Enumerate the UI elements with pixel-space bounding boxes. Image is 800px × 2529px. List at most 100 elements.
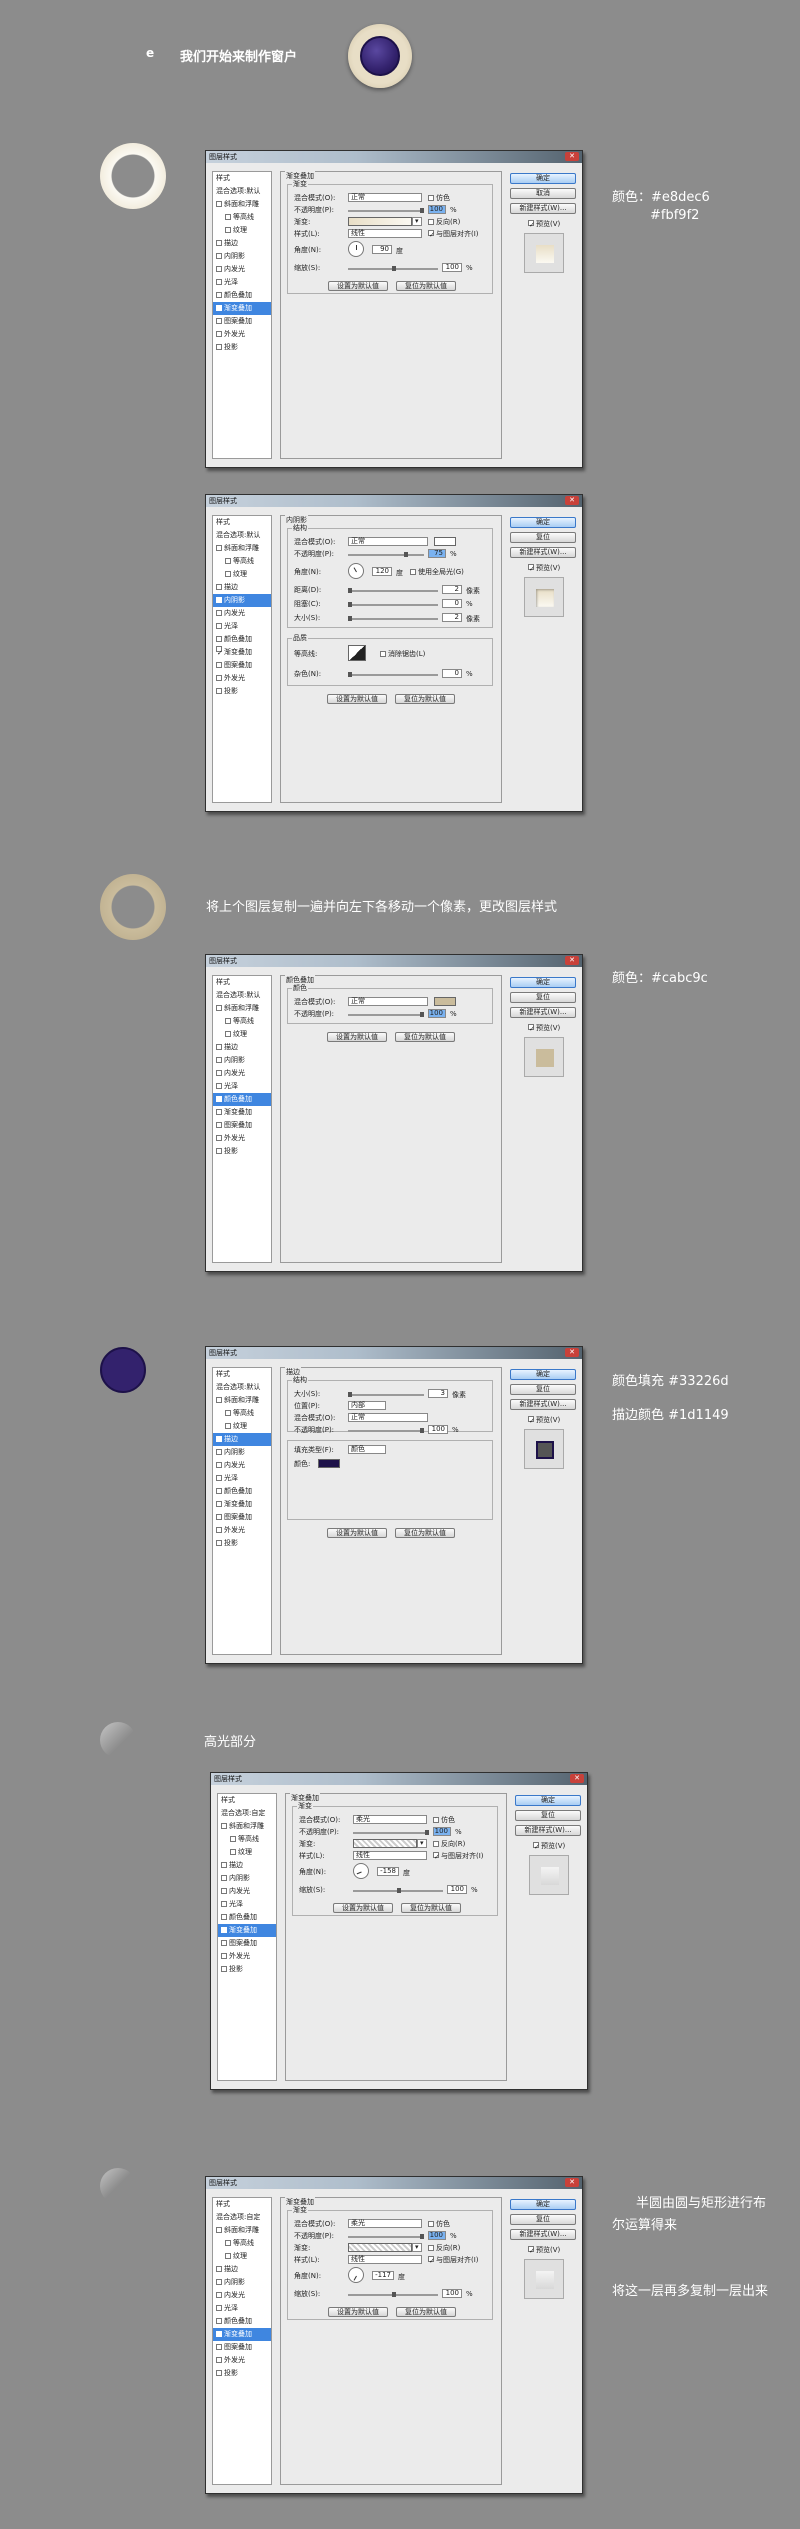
style-pattern-overlay[interactable]: 图案叠加 bbox=[213, 659, 271, 672]
style-outer-glow[interactable]: 外发光 bbox=[213, 328, 271, 341]
blend-mode-select[interactable]: 正常 bbox=[348, 537, 428, 546]
style-bevel[interactable]: 斜面和浮雕 bbox=[213, 542, 271, 555]
style-inner-shadow[interactable]: 内阴影 bbox=[213, 1054, 271, 1067]
new-style-button[interactable]: 新建样式(W)... bbox=[515, 1825, 581, 1836]
ok-button[interactable]: 确定 bbox=[510, 977, 576, 988]
blend-mode-select[interactable]: 正常 bbox=[348, 193, 422, 202]
gradient-dropdown[interactable]: ▾ bbox=[412, 2243, 422, 2252]
blend-mode-select[interactable]: 正常 bbox=[348, 1413, 428, 1422]
style-stroke[interactable]: 描边 bbox=[213, 2263, 271, 2276]
distance-slider[interactable] bbox=[348, 588, 438, 593]
blend-mode-select[interactable]: 正常 bbox=[348, 997, 428, 1006]
angle-dial[interactable] bbox=[348, 241, 364, 257]
style-satin[interactable]: 光泽 bbox=[213, 1472, 271, 1485]
style-bevel[interactable]: 斜面和浮雕 bbox=[213, 198, 271, 211]
style-texture[interactable]: 纹理 bbox=[213, 2250, 271, 2263]
opacity-slider[interactable] bbox=[348, 2234, 424, 2239]
close-icon[interactable]: ✕ bbox=[565, 1348, 579, 1357]
reverse-checkbox[interactable]: 反向(R) bbox=[428, 217, 460, 227]
reset-default-button[interactable]: 复位为默认值 bbox=[401, 1903, 461, 1913]
distance-input[interactable]: 2 bbox=[442, 585, 462, 594]
opacity-input[interactable]: 100 bbox=[428, 205, 446, 214]
set-default-button[interactable]: 设置为默认值 bbox=[327, 1528, 387, 1538]
close-icon[interactable]: ✕ bbox=[565, 2178, 579, 2187]
stroke-color-swatch[interactable] bbox=[318, 1459, 340, 1468]
opacity-input[interactable]: 100 bbox=[428, 1425, 448, 1434]
align-checkbox[interactable]: ✓与图层对齐(I) bbox=[433, 1851, 484, 1861]
ok-button[interactable]: 确定 bbox=[515, 1795, 581, 1806]
style-pattern-overlay[interactable]: 图案叠加 bbox=[213, 315, 271, 328]
style-bevel[interactable]: 斜面和浮雕 bbox=[218, 1820, 276, 1833]
style-drop-shadow[interactable]: 投影 bbox=[213, 1537, 271, 1550]
angle-input[interactable]: -158 bbox=[377, 1867, 399, 1876]
style-satin[interactable]: 光泽 bbox=[213, 276, 271, 289]
preview-checkbox[interactable]: ✓预览(V) bbox=[533, 1841, 565, 1851]
preview-checkbox[interactable]: ✓预览(V) bbox=[528, 1023, 560, 1033]
blend-mode-select[interactable]: 柔光 bbox=[353, 1815, 427, 1824]
checkbox[interactable] bbox=[216, 266, 222, 272]
dialog-titlebar[interactable]: 图层样式 ✕ bbox=[206, 1347, 582, 1359]
style-inner-shadow[interactable]: 内阴影 bbox=[218, 1872, 276, 1885]
angle-dial[interactable] bbox=[353, 1863, 369, 1879]
dither-checkbox[interactable]: 仿色 bbox=[428, 193, 450, 203]
style-drop-shadow[interactable]: 投影 bbox=[213, 341, 271, 354]
blend-options[interactable]: 混合选项:默认 bbox=[213, 529, 271, 542]
scale-input[interactable]: 100 bbox=[442, 2289, 462, 2298]
style-gradient-overlay[interactable]: ✓渐变叠加 bbox=[213, 646, 271, 659]
style-texture[interactable]: 纹理 bbox=[218, 1846, 276, 1859]
checkbox[interactable] bbox=[216, 305, 222, 311]
style-color-overlay[interactable]: 颜色叠加 bbox=[213, 1093, 271, 1106]
reset-button[interactable]: 复位 bbox=[510, 992, 576, 1003]
checkbox[interactable] bbox=[225, 227, 231, 233]
style-gradient-overlay[interactable]: 渐变叠加 bbox=[218, 1924, 276, 1937]
style-gradient-overlay[interactable]: 渐变叠加 bbox=[213, 1106, 271, 1119]
style-pattern-overlay[interactable]: 图案叠加 bbox=[213, 1511, 271, 1524]
noise-input[interactable]: 0 bbox=[442, 669, 462, 678]
dialog-titlebar[interactable]: 图层样式 ✕ bbox=[206, 151, 582, 163]
checkbox[interactable] bbox=[216, 292, 222, 298]
style-inner-glow[interactable]: 内发光 bbox=[218, 1885, 276, 1898]
new-style-button[interactable]: 新建样式(W)... bbox=[510, 1399, 576, 1410]
style-contour[interactable]: 等高线 bbox=[213, 2237, 271, 2250]
ok-button[interactable]: 确定 bbox=[510, 2199, 576, 2210]
opacity-input[interactable]: 100 bbox=[428, 2231, 446, 2240]
style-contour[interactable]: 等高线 bbox=[213, 555, 271, 568]
dialog-titlebar[interactable]: 图层样式 ✕ bbox=[206, 495, 582, 507]
size-slider[interactable] bbox=[348, 616, 438, 621]
style-gradient-overlay[interactable]: 渐变叠加 bbox=[213, 302, 271, 315]
blend-options[interactable]: 混合选项:默认 bbox=[213, 185, 271, 198]
preview-checkbox[interactable]: ✓预览(V) bbox=[528, 1415, 560, 1425]
angle-input[interactable]: 120 bbox=[372, 567, 392, 576]
style-bevel[interactable]: 斜面和浮雕 bbox=[213, 2224, 271, 2237]
dither-checkbox[interactable]: 仿色 bbox=[433, 1815, 455, 1825]
set-default-button[interactable]: 设置为默认值 bbox=[327, 1032, 387, 1042]
choke-input[interactable]: 0 bbox=[442, 599, 462, 608]
opacity-input[interactable]: 100 bbox=[433, 1827, 451, 1836]
style-color-overlay[interactable]: 颜色叠加 bbox=[213, 2315, 271, 2328]
set-default-button[interactable]: 设置为默认值 bbox=[333, 1903, 393, 1913]
new-style-button[interactable]: 新建样式(W)... bbox=[510, 2229, 576, 2240]
style-satin[interactable]: 光泽 bbox=[213, 2302, 271, 2315]
set-default-button[interactable]: 设置为默认值 bbox=[327, 694, 387, 704]
angle-input[interactable]: -117 bbox=[372, 2271, 394, 2280]
noise-slider[interactable] bbox=[348, 672, 438, 677]
preview-checkbox[interactable]: ✓预览(V) bbox=[528, 563, 560, 573]
style-satin[interactable]: 光泽 bbox=[218, 1898, 276, 1911]
checkbox[interactable] bbox=[216, 201, 222, 207]
size-input[interactable]: 2 bbox=[442, 613, 462, 622]
reset-default-button[interactable]: 复位为默认值 bbox=[395, 1032, 455, 1042]
set-default-button[interactable]: 设置为默认值 bbox=[328, 2307, 388, 2317]
angle-dial[interactable] bbox=[348, 563, 364, 579]
preview-checkbox[interactable]: ✓预览(V) bbox=[528, 219, 560, 229]
style-texture[interactable]: 纹理 bbox=[213, 1028, 271, 1041]
reverse-checkbox[interactable]: 反向(R) bbox=[433, 1839, 465, 1849]
gradient-dropdown[interactable]: ▾ bbox=[417, 1839, 427, 1848]
choke-slider[interactable] bbox=[348, 602, 438, 607]
style-contour[interactable]: 等高线 bbox=[213, 1407, 271, 1420]
dialog-titlebar[interactable]: 图层样式 ✕ bbox=[206, 955, 582, 967]
style-texture[interactable]: 纹理 bbox=[213, 1420, 271, 1433]
style-select[interactable]: 线性 bbox=[348, 2255, 422, 2264]
style-bevel[interactable]: 斜面和浮雕 bbox=[213, 1394, 271, 1407]
new-style-button[interactable]: 新建样式(W)... bbox=[510, 1007, 576, 1018]
checkbox[interactable] bbox=[216, 240, 222, 246]
